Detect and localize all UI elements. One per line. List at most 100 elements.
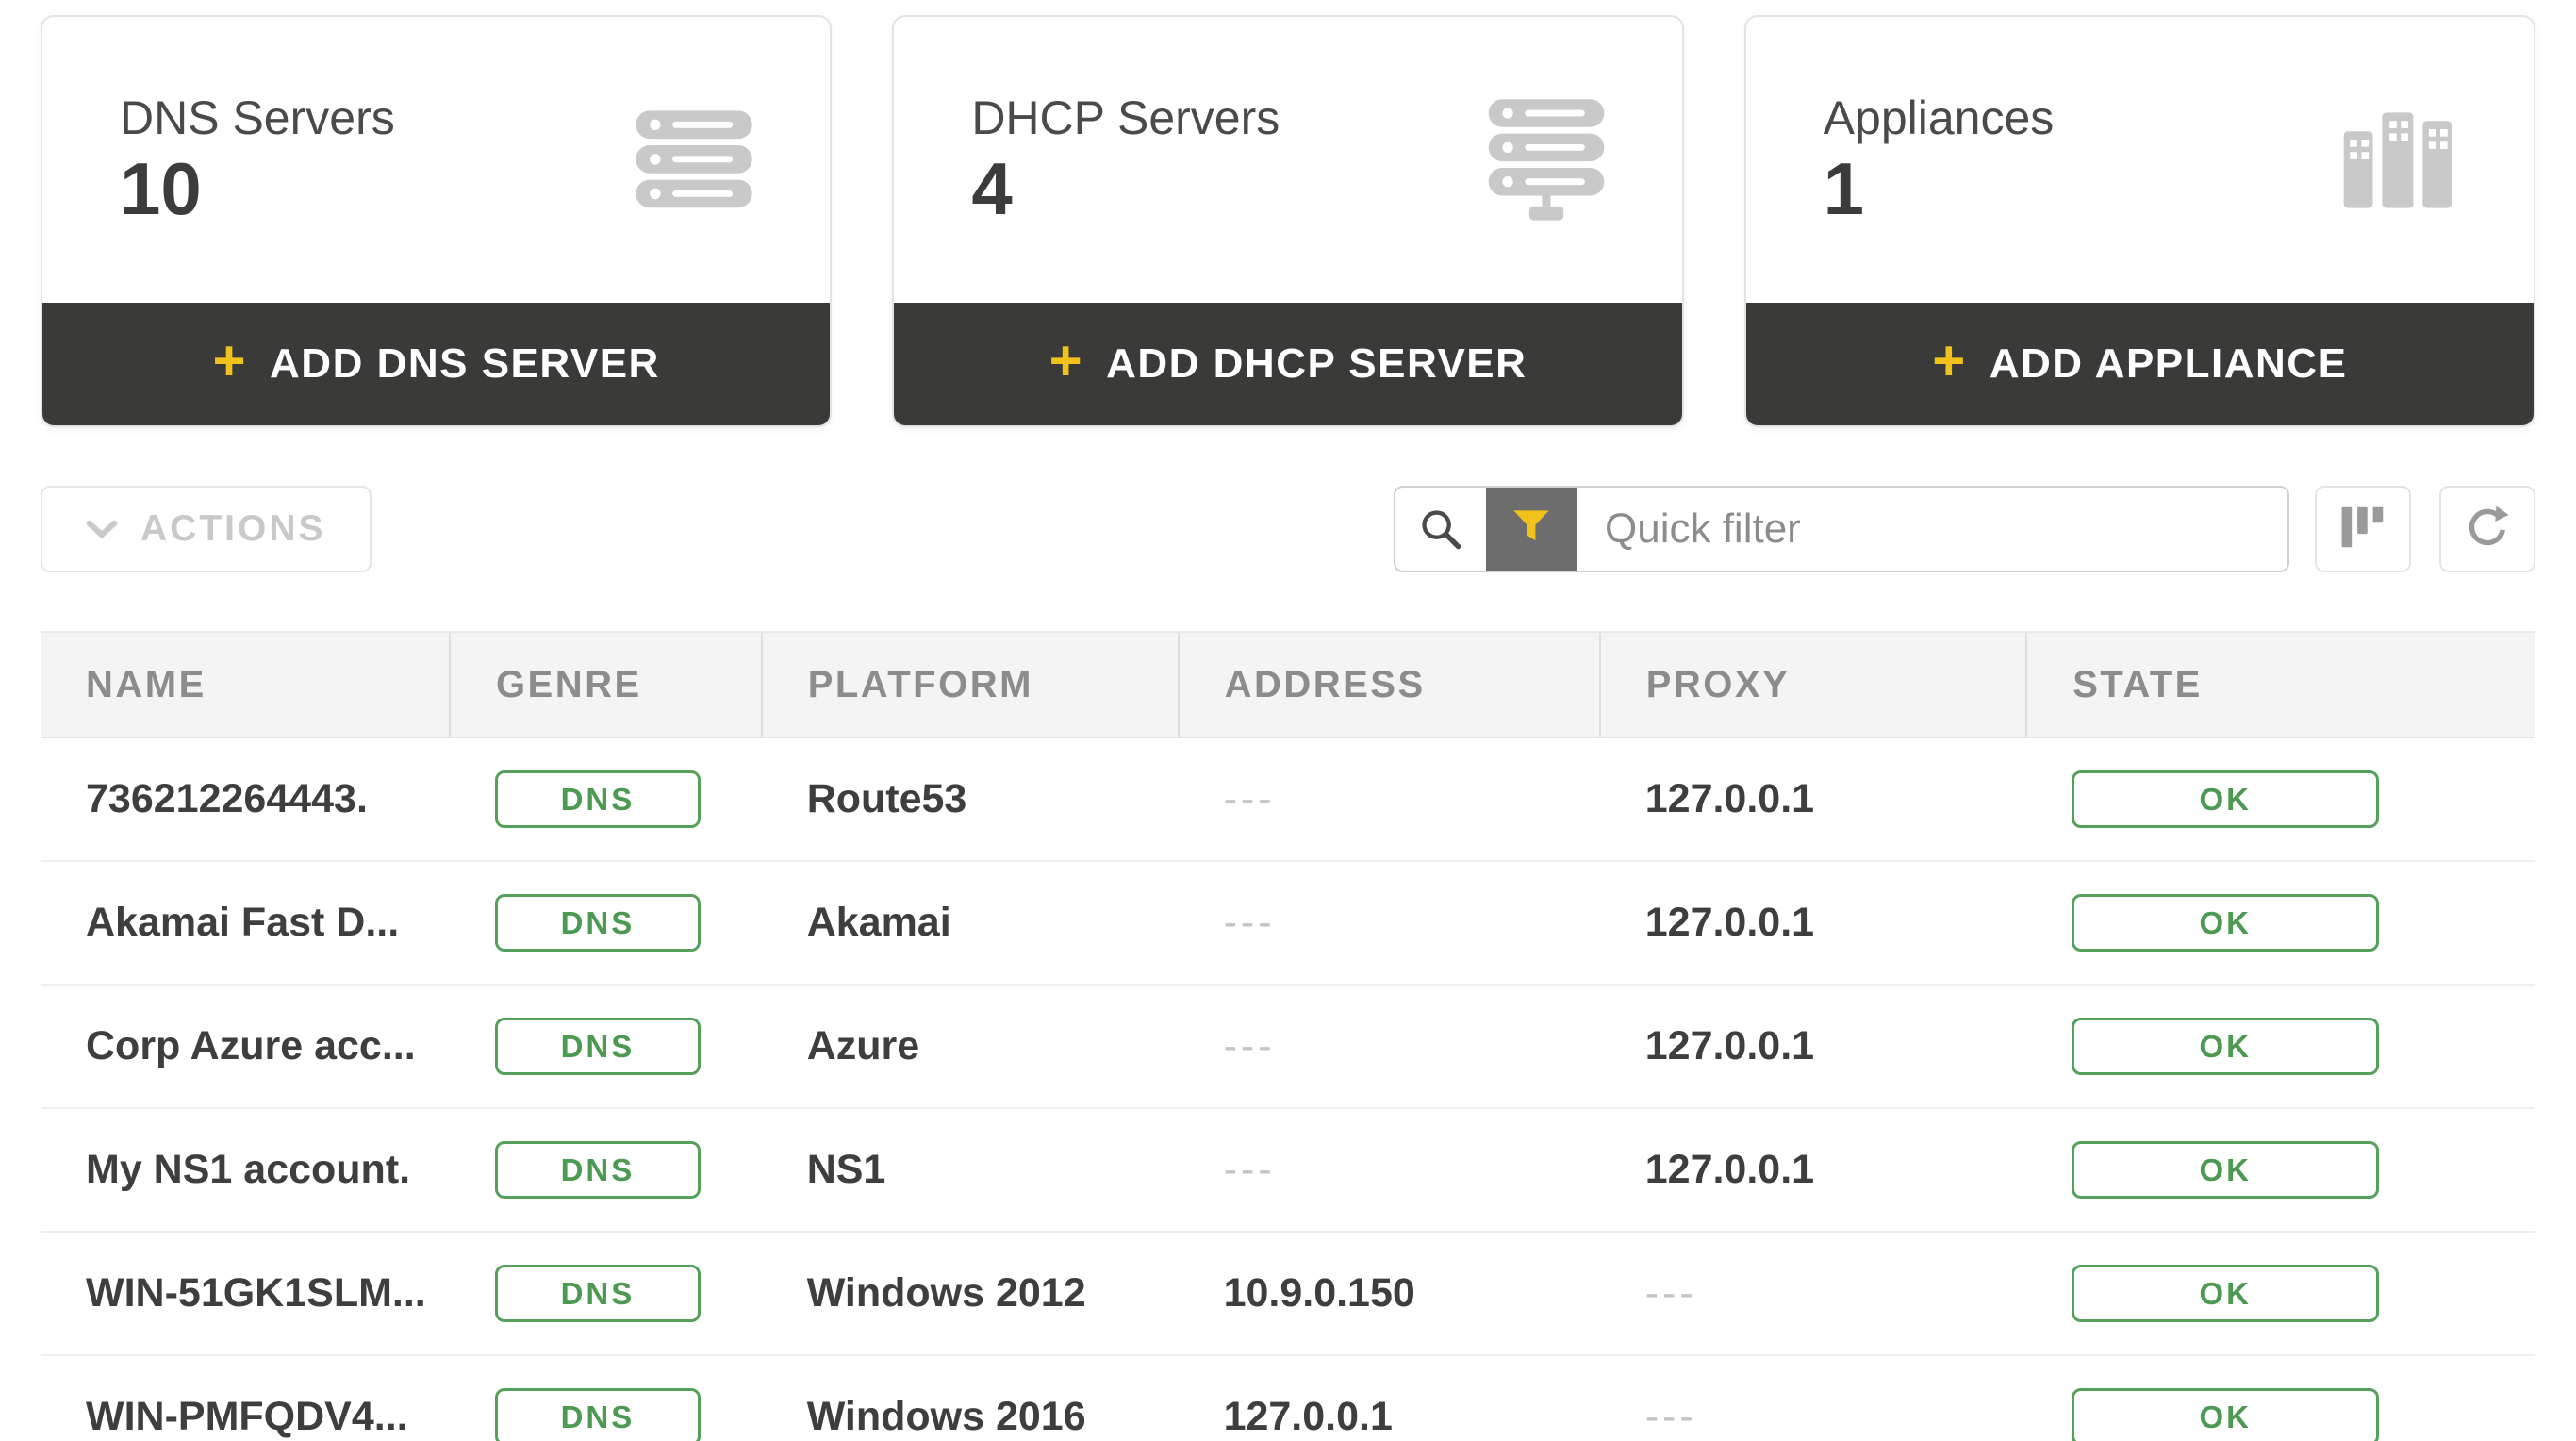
column-header-platform[interactable]: PLATFORM	[762, 632, 1179, 737]
cell-platform: NS1	[762, 1108, 1179, 1232]
cell-state: OK	[2026, 1108, 2535, 1232]
search-icon	[1395, 488, 1486, 571]
cell-address: ---	[1179, 861, 1600, 985]
appliances-card-count: 1	[1824, 149, 2055, 230]
state-badge: OK	[2072, 1141, 2379, 1199]
genre-badge: DNS	[495, 770, 701, 828]
add-dns-server-label: ADD DNS SERVER	[270, 340, 660, 388]
column-header-address[interactable]: ADDRESS	[1179, 632, 1600, 737]
add-appliance-label: ADD APPLIANCE	[1990, 340, 2348, 388]
toolbar-right	[1394, 486, 2535, 572]
state-badge: OK	[2072, 1018, 2379, 1075]
page: DNS Servers 10	[0, 0, 2576, 1441]
genre-badge: DNS	[495, 1265, 701, 1322]
toolbar: ACTIONS	[41, 486, 2535, 572]
cell-name: Akamai Fast D...	[41, 861, 450, 985]
actions-label: ACTIONS	[140, 508, 326, 550]
genre-badge: DNS	[495, 1141, 701, 1199]
cell-proxy: 127.0.0.1	[1600, 985, 2026, 1108]
cell-proxy: 127.0.0.1	[1600, 737, 2026, 861]
table-row[interactable]: WIN-PMFQDV4... DNS Windows 2016 127.0.0.…	[41, 1355, 2535, 1441]
cell-address: 10.9.0.150	[1179, 1232, 1600, 1355]
appliances-card: Appliances 1	[1744, 15, 2535, 427]
refresh-button[interactable]	[2439, 486, 2535, 572]
cell-address: 127.0.0.1	[1179, 1355, 1600, 1441]
column-header-name[interactable]: NAME	[41, 632, 450, 737]
quick-filter-input[interactable]	[1577, 488, 2287, 571]
table-header-row: NAME GENRE PLATFORM ADDRESS PROXY STATE	[41, 632, 2535, 737]
dhcp-card-title: DHCP Servers	[971, 91, 1280, 145]
cell-genre: DNS	[450, 1355, 762, 1441]
genre-badge: DNS	[495, 894, 701, 952]
cell-proxy: 127.0.0.1	[1600, 1108, 2026, 1232]
table-row[interactable]: Akamai Fast D... DNS Akamai --- 127.0.0.…	[41, 861, 2535, 985]
cell-name: My NS1 account.	[41, 1108, 450, 1232]
cell-state: OK	[2026, 985, 2535, 1108]
cell-state: OK	[2026, 861, 2535, 985]
cell-genre: DNS	[450, 1108, 762, 1232]
summary-cards: DNS Servers 10	[41, 15, 2535, 427]
cell-genre: DNS	[450, 737, 762, 861]
actions-dropdown[interactable]: ACTIONS	[41, 486, 372, 572]
table-row[interactable]: My NS1 account. DNS NS1 --- 127.0.0.1 OK	[41, 1108, 2535, 1232]
dns-card-title: DNS Servers	[120, 91, 395, 145]
appliances-card-top: Appliances 1	[1746, 17, 2534, 303]
state-badge: OK	[2072, 770, 2379, 828]
plus-icon: +	[1932, 333, 1967, 389]
plus-icon: +	[212, 333, 247, 389]
cell-platform: Route53	[762, 737, 1179, 861]
cell-genre: DNS	[450, 985, 762, 1108]
cell-name: WIN-51GK1SLM...	[41, 1232, 450, 1355]
column-header-state[interactable]: STATE	[2026, 632, 2535, 737]
cell-state: OK	[2026, 1232, 2535, 1355]
add-dhcp-server-button[interactable]: + ADD DHCP SERVER	[894, 303, 1681, 425]
cell-name: 736212264443.	[41, 737, 450, 861]
cell-name: Corp Azure acc...	[41, 985, 450, 1108]
cell-name: WIN-PMFQDV4...	[41, 1355, 450, 1441]
table-row[interactable]: Corp Azure acc... DNS Azure --- 127.0.0.…	[41, 985, 2535, 1108]
cell-address: ---	[1179, 1108, 1600, 1232]
dhcp-server-icon	[1486, 97, 1607, 224]
cell-platform: Azure	[762, 985, 1179, 1108]
dhcp-card-count: 4	[971, 149, 1280, 230]
chevron-down-icon	[86, 508, 118, 550]
column-settings-button[interactable]	[2315, 486, 2411, 572]
state-badge: OK	[2072, 1388, 2379, 1441]
appliance-icon	[2339, 108, 2458, 212]
add-dns-server-button[interactable]: + ADD DNS SERVER	[42, 303, 830, 425]
genre-badge: DNS	[495, 1018, 701, 1075]
dhcp-servers-card: DHCP Servers 4	[892, 15, 1683, 427]
dns-card-top: DNS Servers 10	[42, 17, 830, 303]
filter-button[interactable]	[1486, 488, 1577, 571]
cell-platform: Windows 2016	[762, 1355, 1179, 1441]
state-badge: OK	[2072, 1265, 2379, 1322]
servers-table: NAME GENRE PLATFORM ADDRESS PROXY STATE …	[41, 631, 2535, 1441]
state-badge: OK	[2072, 894, 2379, 952]
cell-genre: DNS	[450, 1232, 762, 1355]
dhcp-card-top: DHCP Servers 4	[894, 17, 1681, 303]
plus-icon: +	[1049, 333, 1084, 389]
cell-proxy: 127.0.0.1	[1600, 861, 2026, 985]
quick-filter-group	[1394, 486, 2289, 572]
cell-proxy: ---	[1600, 1355, 2026, 1441]
cell-platform: Akamai	[762, 861, 1179, 985]
cell-state: OK	[2026, 737, 2535, 861]
cell-address: ---	[1179, 737, 1600, 861]
add-appliance-button[interactable]: + ADD APPLIANCE	[1746, 303, 2534, 425]
table-row[interactable]: 736212264443. DNS Route53 --- 127.0.0.1 …	[41, 737, 2535, 861]
dns-card-count: 10	[120, 149, 395, 230]
dns-server-icon	[634, 108, 754, 212]
cell-state: OK	[2026, 1355, 2535, 1441]
refresh-icon	[2463, 503, 2512, 556]
columns-icon	[2338, 503, 2387, 556]
genre-badge: DNS	[495, 1388, 701, 1441]
dns-servers-card: DNS Servers 10	[41, 15, 832, 427]
cell-genre: DNS	[450, 861, 762, 985]
funnel-icon	[1511, 506, 1552, 553]
appliances-card-title: Appliances	[1824, 91, 2055, 145]
cell-proxy: ---	[1600, 1232, 2026, 1355]
column-header-proxy[interactable]: PROXY	[1600, 632, 2026, 737]
table-row[interactable]: WIN-51GK1SLM... DNS Windows 2012 10.9.0.…	[41, 1232, 2535, 1355]
column-header-genre[interactable]: GENRE	[450, 632, 762, 737]
cell-address: ---	[1179, 985, 1600, 1108]
